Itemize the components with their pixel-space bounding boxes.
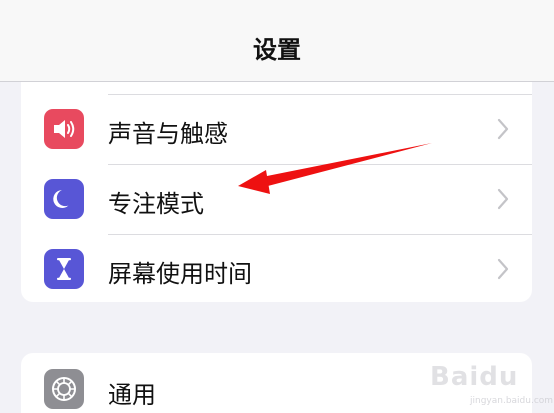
row-divider <box>108 94 532 95</box>
settings-group: 声音与触感 专注模式 屏幕使用时间 <box>21 82 532 302</box>
chevron-right-icon <box>497 118 509 140</box>
settings-row-focus[interactable]: 专注模式 <box>21 164 532 234</box>
watermark-subtext: jingyan.baidu.com <box>470 396 554 406</box>
page-title: 设置 <box>253 36 301 64</box>
navigation-bar: 设置 <box>0 0 554 82</box>
row-divider <box>108 164 532 165</box>
settings-row-label: 屏幕使用时间 <box>108 260 252 288</box>
moon-icon <box>44 179 84 219</box>
gear-icon <box>44 369 84 409</box>
settings-row-label: 专注模式 <box>108 190 204 218</box>
settings-row-label: 声音与触感 <box>108 120 228 148</box>
row-divider <box>108 234 532 235</box>
speaker-icon <box>44 109 84 149</box>
watermark: Baidu <box>430 362 519 392</box>
settings-row-screen-time[interactable]: 屏幕使用时间 <box>21 234 532 302</box>
chevron-right-icon <box>497 258 509 280</box>
settings-row-sounds[interactable]: 声音与触感 <box>21 94 532 164</box>
hourglass-icon <box>44 249 84 289</box>
settings-row-label: 通用 <box>108 381 156 409</box>
chevron-right-icon <box>497 188 509 210</box>
